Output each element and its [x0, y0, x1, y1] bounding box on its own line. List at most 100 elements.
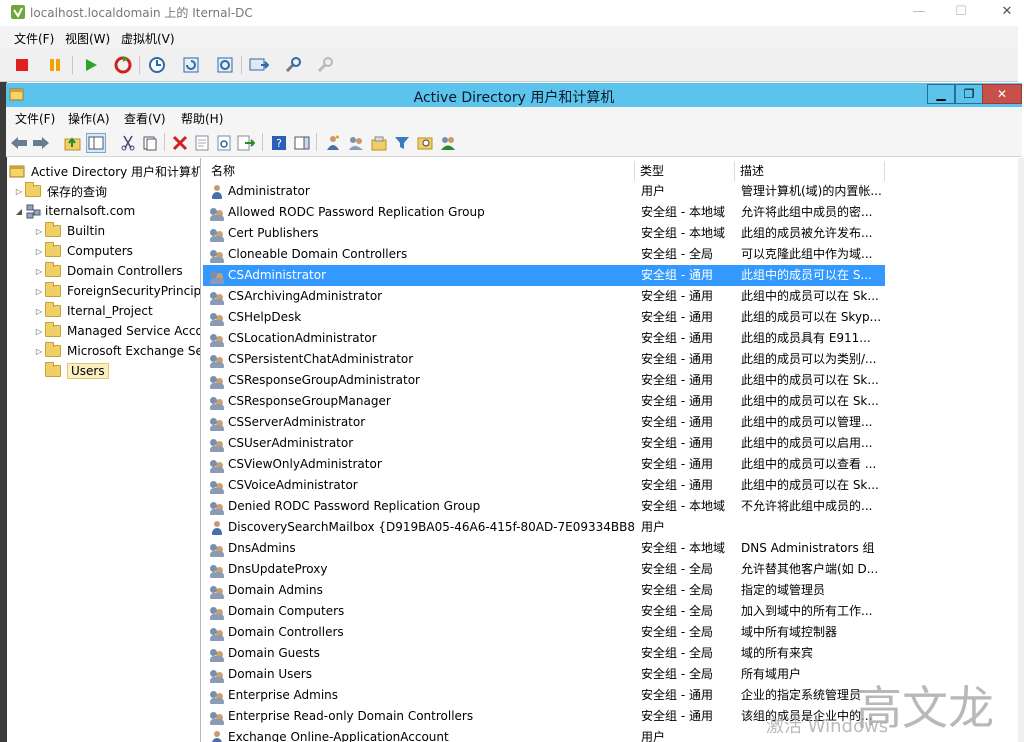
group-icon — [209, 289, 225, 305]
find-icon[interactable] — [415, 133, 435, 153]
vm-menu-vm[interactable]: 虚拟机(V) — [121, 30, 175, 47]
table-row[interactable]: DiscoverySearchMailbox {D919BA05-46A6-41… — [203, 517, 885, 538]
column-header-name[interactable]: 名称 — [206, 161, 635, 181]
expand-arrow-icon[interactable]: ▷ — [33, 227, 45, 236]
snapshot-manager-icon[interactable] — [214, 54, 236, 76]
power-on-icon[interactable] — [80, 54, 102, 76]
ad-close-button[interactable]: ✕ — [982, 84, 1022, 104]
tree-item-domain[interactable]: ◢ iternalsoft.com — [13, 201, 135, 221]
filter-icon[interactable] — [392, 133, 412, 153]
expand-arrow-icon[interactable]: ▷ — [33, 307, 45, 316]
object-name: CSVoiceAdministrator — [228, 478, 358, 492]
expand-arrow-icon[interactable]: ▷ — [33, 267, 45, 276]
tree-item-domain-controllers[interactable]: ▷ Domain Controllers — [33, 261, 183, 281]
table-row[interactable]: Domain Guests 安全组 - 全局 域的所有来宾 — [203, 643, 885, 664]
cell-name: CSVoiceAdministrator — [209, 475, 635, 496]
copy-icon[interactable] — [140, 133, 160, 153]
expand-arrow-icon[interactable]: ▷ — [13, 187, 25, 196]
column-header-type[interactable]: 类型 — [635, 161, 735, 181]
power-off-icon[interactable] — [11, 54, 33, 76]
table-row[interactable]: Enterprise Admins 安全组 - 通用 企业的指定系统管理员 — [203, 685, 885, 706]
collapse-arrow-icon[interactable]: ◢ — [13, 207, 25, 216]
close-button[interactable]: ✕ — [994, 2, 1020, 22]
forward-arrow-icon[interactable] — [31, 133, 51, 153]
cell-description: 此组的成员可以在 Skyp... — [741, 310, 882, 324]
table-row[interactable]: Cloneable Domain Controllers 安全组 - 全局 可以克隆… — [203, 244, 885, 265]
tree-item-saved-queries[interactable]: ▷ 保存的查询 — [13, 181, 107, 201]
tree-item-iternal-project[interactable]: ▷ Iternal_Project — [33, 301, 153, 321]
refresh-icon[interactable] — [214, 133, 234, 153]
new-ou-icon[interactable] — [369, 133, 389, 153]
new-user-icon[interactable] — [323, 133, 343, 153]
table-row[interactable]: CSLocationAdministrator 安全组 - 通用 此组的成员具有 E… — [203, 328, 885, 349]
cell-type: 用户 — [641, 184, 666, 198]
table-row[interactable]: CSResponseGroupManager 安全组 - 通用 此组中的成员可以在 … — [203, 391, 885, 412]
table-row[interactable]: CSHelpDesk 安全组 - 通用 此组的成员可以在 Skyp... — [203, 307, 885, 328]
tree-item-managed-service-accounts[interactable]: ▷ Managed Service Accounts — [33, 321, 200, 341]
table-row[interactable]: CSServerAdministrator 安全组 - 通用 此组中的成员可以管理.… — [203, 412, 885, 433]
send-ctrl-alt-del-icon[interactable] — [248, 54, 270, 76]
object-name: Cert Publishers — [228, 226, 319, 240]
back-arrow-icon[interactable] — [9, 133, 29, 153]
table-row[interactable]: CSPersistentChatAdministrator 安全组 - 通用 此组的… — [203, 349, 885, 370]
cell-name: Domain Computers — [209, 601, 635, 622]
tools-icon[interactable] — [282, 54, 304, 76]
expand-arrow-icon[interactable]: ▷ — [33, 287, 45, 296]
table-row[interactable]: Domain Controllers 安全组 - 全局 域中所有域控制器 — [203, 622, 885, 643]
vertical-scrollbar[interactable] — [1018, 158, 1024, 742]
minimize-button[interactable]: — — [906, 2, 932, 22]
table-row[interactable]: CSViewOnlyAdministrator 安全组 - 通用 此组中的成员可以查… — [203, 454, 885, 475]
vm-menu-file[interactable]: 文件(F) — [14, 30, 54, 47]
object-name: CSHelpDesk — [228, 310, 302, 324]
tree-root[interactable]: Active Directory 用户和计算机 — [9, 161, 200, 181]
show-action-pane-icon[interactable] — [292, 133, 312, 153]
table-row[interactable]: DnsUpdateProxy 安全组 - 全局 允许替其他客户端(如 D... — [203, 559, 885, 580]
new-group-icon[interactable] — [346, 133, 366, 153]
maximize-button[interactable]: ☐ — [948, 2, 974, 22]
show-console-tree-icon[interactable] — [86, 133, 106, 153]
table-row[interactable]: CSArchivingAdministrator 安全组 - 通用 此组中的成员可以… — [203, 286, 885, 307]
cut-icon[interactable] — [118, 133, 138, 153]
snapshot-icon[interactable] — [146, 54, 168, 76]
suspend-icon[interactable] — [44, 54, 66, 76]
properties-icon[interactable] — [192, 133, 212, 153]
group-icon — [209, 562, 225, 578]
help-icon[interactable]: ? — [269, 133, 289, 153]
expand-arrow-icon[interactable]: ▷ — [33, 347, 45, 356]
tree-item-users[interactable]: Users — [45, 361, 109, 381]
table-row[interactable]: Denied RODC Password Replication Group 安全… — [203, 496, 885, 517]
expand-arrow-icon[interactable]: ▷ — [33, 247, 45, 256]
ad-restore-button[interactable]: ❐ — [955, 84, 983, 104]
reset-icon[interactable] — [112, 54, 134, 76]
column-header-description[interactable]: 描述 — [735, 161, 885, 181]
ad-menu-action[interactable]: 操作(A) — [68, 110, 110, 127]
table-row[interactable]: Domain Users 安全组 - 全局 所有域用户 — [203, 664, 885, 685]
tree-item-computers[interactable]: ▷ Computers — [33, 241, 133, 261]
up-folder-icon[interactable] — [63, 133, 83, 153]
table-row[interactable]: DnsAdmins 安全组 - 本地域 DNS Administrators 组 — [203, 538, 885, 559]
table-row[interactable]: CSResponseGroupAdministrator 安全组 - 通用 此组中的… — [203, 370, 885, 391]
export-list-icon[interactable] — [236, 133, 256, 153]
table-row[interactable]: CSAdministrator 安全组 - 通用 此组中的成员可以在 S... — [203, 265, 885, 286]
ad-minimize-button[interactable]: ▁ — [927, 84, 955, 104]
add-to-group-icon[interactable] — [438, 133, 458, 153]
ad-menu-view[interactable]: 查看(V) — [124, 110, 166, 127]
ad-menu-help[interactable]: 帮助(H) — [181, 110, 223, 127]
cell-description: 可以克隆此组中作为域... — [741, 247, 873, 261]
table-row[interactable]: Cert Publishers 安全组 - 本地域 此组的成员被允许发布... — [203, 223, 885, 244]
table-row[interactable]: Administrator 用户 管理计算机(域)的内置帐... — [203, 181, 885, 202]
tree-item-foreign-security-principals[interactable]: ▷ ForeignSecurityPrincipals — [33, 281, 200, 301]
revert-snapshot-icon[interactable] — [180, 54, 202, 76]
delete-icon[interactable] — [170, 133, 190, 153]
tree-item-microsoft-exchange[interactable]: ▷ Microsoft Exchange Security Groups — [33, 341, 200, 361]
table-row[interactable]: CSUserAdministrator 安全组 - 通用 此组中的成员可以启用... — [203, 433, 885, 454]
cell-type: 安全组 - 通用 — [641, 688, 713, 702]
table-row[interactable]: CSVoiceAdministrator 安全组 - 通用 此组中的成员可以在 Sk… — [203, 475, 885, 496]
vm-menu-view[interactable]: 视图(W) — [65, 30, 110, 47]
table-row[interactable]: Domain Admins 安全组 - 全局 指定的域管理员 — [203, 580, 885, 601]
table-row[interactable]: Allowed RODC Password Replication Group 安… — [203, 202, 885, 223]
ad-menu-file[interactable]: 文件(F) — [15, 110, 55, 127]
tree-item-builtin[interactable]: ▷ Builtin — [33, 221, 105, 241]
expand-arrow-icon[interactable]: ▷ — [33, 327, 45, 336]
table-row[interactable]: Domain Computers 安全组 - 全局 加入到域中的所有工作... — [203, 601, 885, 622]
